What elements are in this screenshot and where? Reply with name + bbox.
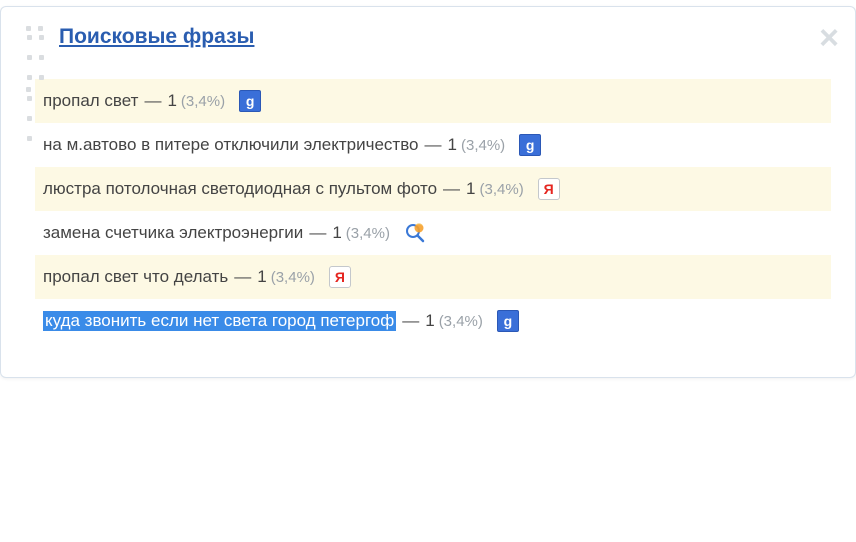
dash: — <box>402 311 419 331</box>
list-item[interactable]: пропал свет что делать — 1 (3,4%) Я <box>35 255 831 299</box>
list-item[interactable]: на м.автово в питере отключили электриче… <box>35 123 831 167</box>
search-phrases-panel: × Поисковые фразы пропал свет — 1 (3,4%)… <box>0 6 856 378</box>
phrase-text: пропал свет <box>43 91 138 111</box>
phrase-list: пропал свет — 1 (3,4%) g на м.автово в п… <box>35 79 831 343</box>
list-item[interactable]: куда звонить если нет света город петерг… <box>35 299 831 343</box>
drag-handle-icon[interactable] <box>25 25 49 49</box>
google-icon: g <box>497 310 519 332</box>
percent: (3,4%) <box>181 93 225 110</box>
count: 1 <box>425 311 434 331</box>
google-icon: g <box>519 134 541 156</box>
phrase-text: замена счетчика электроэнергии <box>43 223 303 243</box>
google-icon: g <box>239 90 261 112</box>
count: 1 <box>167 91 176 111</box>
yandex-icon: Я <box>329 266 351 288</box>
dash: — <box>234 267 251 287</box>
count: 1 <box>448 135 457 155</box>
close-button[interactable]: × <box>819 21 839 55</box>
count: 1 <box>332 223 341 243</box>
percent: (3,4%) <box>461 137 505 154</box>
phrase-text: люстра потолочная светодиодная с пультом… <box>43 179 437 199</box>
dash: — <box>443 179 460 199</box>
search-icon <box>404 222 426 244</box>
panel-header: Поисковые фразы <box>25 25 831 49</box>
yandex-icon: Я <box>538 178 560 200</box>
percent: (3,4%) <box>271 269 315 286</box>
list-item[interactable]: люстра потолочная светодиодная с пультом… <box>35 167 831 211</box>
panel-title-link[interactable]: Поисковые фразы <box>59 25 254 49</box>
dash: — <box>309 223 326 243</box>
count: 1 <box>466 179 475 199</box>
dash: — <box>425 135 442 155</box>
count: 1 <box>257 267 266 287</box>
list-item[interactable]: пропал свет — 1 (3,4%) g <box>35 79 831 123</box>
percent: (3,4%) <box>346 225 390 242</box>
percent: (3,4%) <box>439 313 483 330</box>
dash: — <box>144 91 161 111</box>
phrase-text: на м.автово в питере отключили электриче… <box>43 135 419 155</box>
phrase-text-highlighted: куда звонить если нет света город петерг… <box>43 311 396 331</box>
phrase-text: пропал свет что делать <box>43 267 228 287</box>
percent: (3,4%) <box>480 181 524 198</box>
list-item[interactable]: замена счетчика электроэнергии — 1 (3,4%… <box>35 211 831 255</box>
